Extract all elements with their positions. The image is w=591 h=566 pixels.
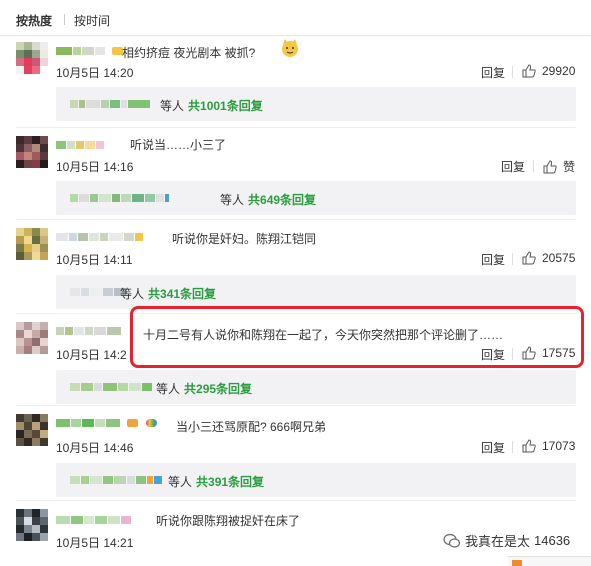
divider bbox=[16, 405, 576, 406]
comment-text: 听说当……小三了 bbox=[130, 138, 227, 152]
thumb-up-icon bbox=[522, 64, 536, 78]
sub-replies-box[interactable]: 等人 共341条回复 bbox=[56, 275, 576, 309]
divider bbox=[16, 127, 576, 128]
like-count: 赞 bbox=[563, 160, 576, 174]
edit-icon bbox=[512, 560, 522, 566]
sub-replies-box[interactable]: 等人 共391条回复 bbox=[56, 463, 576, 497]
comment-text: 听说你是奸妇。陈翔江铠同 bbox=[172, 232, 317, 246]
sub-replies-summary[interactable]: 等人 共341条回复 bbox=[120, 285, 216, 302]
watermark: 我真在是太 14636 bbox=[443, 531, 570, 550]
highlight-annotation bbox=[130, 306, 584, 368]
reply-button[interactable]: 回复 bbox=[481, 64, 505, 81]
wechat-icon bbox=[443, 533, 461, 548]
reply-button[interactable]: 回复 bbox=[501, 158, 525, 175]
reply-button[interactable]: 回复 bbox=[481, 439, 505, 456]
sub-replies-suffix: 等人 bbox=[120, 287, 145, 301]
sub-replies-summary[interactable]: 等人 共649条回复 bbox=[220, 191, 316, 208]
comment-text: 当小三还骂原配? 666啊兄弟 bbox=[176, 420, 327, 434]
sort-by-hot-tab[interactable]: 按热度 bbox=[16, 12, 52, 29]
like-count: 20575 bbox=[542, 251, 576, 265]
separator bbox=[533, 160, 534, 172]
sub-replies-box[interactable]: 等人 共1001条回复 bbox=[56, 87, 576, 121]
like-button[interactable]: 赞 bbox=[543, 158, 575, 175]
sort-by-time-tab[interactable]: 按时间 bbox=[74, 12, 110, 29]
comment-time: 10月5日 14:16 bbox=[56, 160, 134, 174]
sub-replies-suffix: 等人 bbox=[160, 99, 185, 113]
username-mosaic[interactable] bbox=[56, 228, 144, 241]
like-button[interactable]: 17073 bbox=[522, 439, 575, 453]
thumb-up-icon bbox=[522, 251, 536, 265]
username-mosaic[interactable] bbox=[56, 42, 124, 55]
comment-time: 10月5日 14:2 bbox=[56, 348, 127, 362]
divider bbox=[16, 500, 576, 501]
sub-replies-suffix: 等人 bbox=[220, 193, 245, 207]
balloon-icon bbox=[145, 418, 157, 427]
sub-replies-summary[interactable]: 等人 共391条回复 bbox=[168, 473, 264, 490]
sub-replies-box[interactable]: 等人 共295条回复 bbox=[56, 370, 576, 404]
comment-time: 10月5日 14:20 bbox=[56, 66, 134, 80]
replier-names-mosaic bbox=[70, 476, 163, 484]
like-button[interactable]: 20575 bbox=[522, 251, 575, 265]
username-mosaic[interactable] bbox=[56, 136, 105, 149]
sub-replies-count[interactable]: 共649条回复 bbox=[248, 193, 316, 207]
reply-button[interactable]: 回复 bbox=[481, 251, 505, 268]
comment-time: 10月5日 14:46 bbox=[56, 441, 134, 455]
comment-text: 相约挤痘 夜光剧本 被抓? bbox=[122, 46, 256, 60]
comment-time: 10月5日 14:11 bbox=[56, 253, 133, 267]
avatar[interactable] bbox=[16, 509, 48, 541]
sub-replies-summary[interactable]: 等人 共295条回复 bbox=[156, 380, 252, 397]
thumb-up-icon bbox=[543, 159, 557, 173]
comment-time: 10月5日 14:21 bbox=[56, 536, 134, 550]
thumb-up-icon bbox=[522, 439, 536, 453]
avatar[interactable] bbox=[16, 322, 48, 354]
member-badge-icon bbox=[127, 418, 139, 427]
replier-names-mosaic bbox=[70, 100, 151, 108]
sub-replies-suffix: 等人 bbox=[168, 475, 193, 489]
avatar[interactable] bbox=[16, 228, 48, 260]
username-mosaic[interactable] bbox=[56, 511, 132, 524]
sub-replies-box[interactable]: 等人 共649条回复 bbox=[56, 181, 576, 215]
separator bbox=[512, 441, 513, 453]
like-count: 17073 bbox=[542, 439, 576, 453]
watermark-text: 我真在是太 bbox=[465, 534, 531, 549]
sort-divider bbox=[64, 14, 65, 25]
separator bbox=[512, 66, 513, 78]
separator bbox=[512, 253, 513, 265]
avatar[interactable] bbox=[16, 42, 48, 74]
username-mosaic[interactable] bbox=[56, 414, 158, 427]
replier-names-mosaic bbox=[70, 194, 170, 202]
avatar[interactable] bbox=[16, 414, 48, 446]
comment-text: 听说你跟陈翔被捉奸在床了 bbox=[156, 514, 301, 528]
sub-replies-count[interactable]: 共1001条回复 bbox=[188, 99, 263, 113]
sub-replies-count[interactable]: 共295条回复 bbox=[184, 382, 252, 396]
cat-emoji-icon bbox=[282, 39, 298, 57]
divider bbox=[16, 219, 576, 220]
sort-bar: 按热度 按时间 bbox=[0, 0, 591, 36]
sub-replies-suffix: 等人 bbox=[156, 382, 181, 396]
like-count: 29920 bbox=[542, 64, 576, 78]
replier-names-mosaic bbox=[70, 383, 153, 391]
like-button[interactable]: 29920 bbox=[522, 64, 575, 78]
watermark-number: 14636 bbox=[534, 533, 571, 548]
sub-replies-summary[interactable]: 等人 共1001条回复 bbox=[160, 97, 263, 114]
replier-names-mosaic bbox=[70, 288, 127, 296]
sub-replies-count[interactable]: 共391条回复 bbox=[196, 475, 264, 489]
avatar[interactable] bbox=[16, 136, 48, 168]
sub-replies-count[interactable]: 共341条回复 bbox=[148, 287, 216, 301]
username-mosaic[interactable] bbox=[56, 322, 122, 335]
